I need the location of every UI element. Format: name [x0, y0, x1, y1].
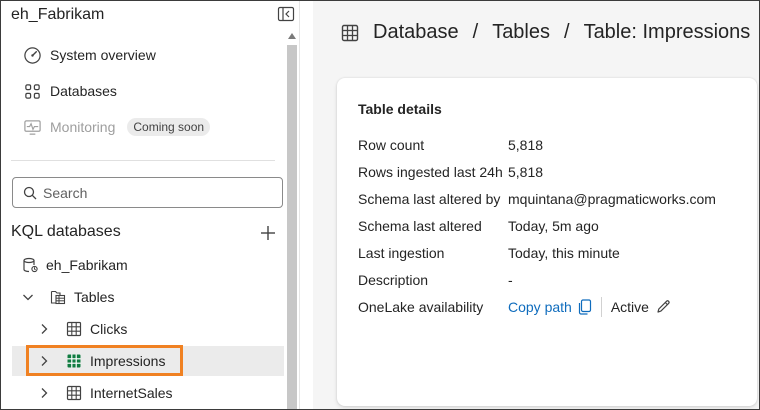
- detail-row-onelake: OneLake availability Copy path Active: [358, 297, 671, 317]
- onelake-controls: Copy path Active: [508, 297, 671, 317]
- detail-value: 5,818: [508, 164, 544, 180]
- tree-label: Tables: [74, 289, 115, 305]
- tree-item-tables-folder[interactable]: Tables: [22, 282, 114, 312]
- table-folder-icon: [50, 290, 66, 305]
- section-title: KQL databases: [11, 223, 121, 240]
- table-icon: [341, 24, 359, 41]
- chevron-down-icon[interactable]: [22, 291, 34, 303]
- chevron-right-icon[interactable]: [38, 323, 50, 335]
- collapse-pane-icon[interactable]: [277, 6, 295, 22]
- detail-value: -: [508, 272, 513, 288]
- detail-label: Description: [358, 272, 429, 288]
- detail-row-description: Description -: [358, 270, 513, 290]
- detail-value: Today, this minute: [508, 245, 620, 261]
- detail-value: Today, 5m ago: [508, 218, 599, 234]
- breadcrumb: Database / Tables / Table: Impressions: [341, 21, 750, 44]
- add-icon[interactable]: [259, 224, 277, 242]
- breadcrumb-item-table: Table: Impressions: [583, 21, 751, 43]
- copy-path-link[interactable]: Copy path: [508, 299, 572, 315]
- detail-row-last-ingestion: Last ingestion Today, this minute: [358, 243, 620, 263]
- detail-row-schema-altered: Schema last altered Today, 5m ago: [358, 216, 599, 236]
- detail-value: mquintana@pragmaticworks.com: [508, 191, 716, 207]
- breadcrumb-separator: /: [564, 21, 570, 43]
- grid-dots-icon: [25, 83, 40, 99]
- nav-databases[interactable]: Databases: [23, 80, 117, 102]
- scroll-up-icon[interactable]: [288, 33, 296, 39]
- coming-soon-badge: Coming soon: [127, 118, 211, 136]
- nav-label: Databases: [50, 83, 117, 99]
- tree-label: Impressions: [90, 353, 166, 369]
- tree-label: eh_Fabrikam: [46, 257, 128, 273]
- scroll-thumb[interactable]: [287, 45, 297, 409]
- chevron-right-icon[interactable]: [38, 355, 50, 367]
- table-icon: [66, 385, 82, 401]
- sidebar-scrollbar[interactable]: [287, 31, 297, 409]
- main-panel: Database / Tables / Table: Impressions T…: [313, 1, 759, 409]
- detail-label: Rows ingested last 24h: [358, 164, 503, 180]
- sidebar: eh_Fabrikam System overview Databases Mo…: [1, 1, 300, 409]
- card-title: Table details: [358, 101, 442, 117]
- tree-label: Clicks: [90, 321, 128, 337]
- search-box[interactable]: [12, 177, 283, 208]
- detail-label: Row count: [358, 137, 425, 153]
- table-icon: [67, 354, 81, 368]
- nav-label: System overview: [50, 47, 156, 63]
- tree-item-table[interactable]: InternetSales: [38, 378, 173, 408]
- tree-item-table-selected[interactable]: Impressions: [12, 346, 284, 376]
- detail-label: Schema last altered: [358, 218, 482, 234]
- breadcrumb-item-database[interactable]: Database: [373, 21, 459, 44]
- search-icon: [23, 186, 37, 199]
- chevron-right-icon[interactable]: [38, 387, 50, 399]
- workspace-title: eh_Fabrikam: [11, 6, 105, 23]
- table-details-card: Table details Row count 5,818 Rows inges…: [337, 78, 757, 406]
- detail-label: Last ingestion: [358, 245, 445, 261]
- nav-system-overview[interactable]: System overview: [23, 44, 156, 66]
- search-input[interactable]: [43, 184, 263, 201]
- gauge-icon: [24, 46, 41, 64]
- detail-value: 5,818: [508, 137, 544, 153]
- detail-row-schema-altered-by: Schema last altered by mquintana@pragmat…: [358, 189, 716, 209]
- tree-item-database[interactable]: eh_Fabrikam: [22, 250, 128, 280]
- table-icon: [66, 321, 82, 337]
- copy-icon[interactable]: [578, 299, 592, 315]
- separator: [600, 297, 602, 317]
- nav-monitoring: Monitoring Coming soon: [23, 116, 211, 138]
- detail-label: OneLake availability: [358, 299, 484, 315]
- nav-label: Monitoring: [50, 119, 116, 135]
- breadcrumb-item-tables[interactable]: Tables: [492, 21, 550, 44]
- tree-label: InternetSales: [90, 385, 173, 401]
- edit-pencil-icon[interactable]: [655, 299, 671, 315]
- monitor-pulse-icon: [24, 119, 41, 135]
- tree-item-table[interactable]: Clicks: [38, 314, 127, 344]
- breadcrumb-separator: /: [472, 21, 479, 43]
- divider: [11, 160, 275, 161]
- database-icon: [23, 257, 38, 273]
- detail-row-rows-ingested: Rows ingested last 24h 5,818: [358, 162, 543, 182]
- detail-row-row-count: Row count 5,818: [358, 135, 543, 155]
- window-frame: eh_Fabrikam System overview Databases Mo…: [0, 0, 760, 410]
- onelake-status: Active: [610, 299, 649, 315]
- detail-label: Schema last altered by: [358, 191, 501, 207]
